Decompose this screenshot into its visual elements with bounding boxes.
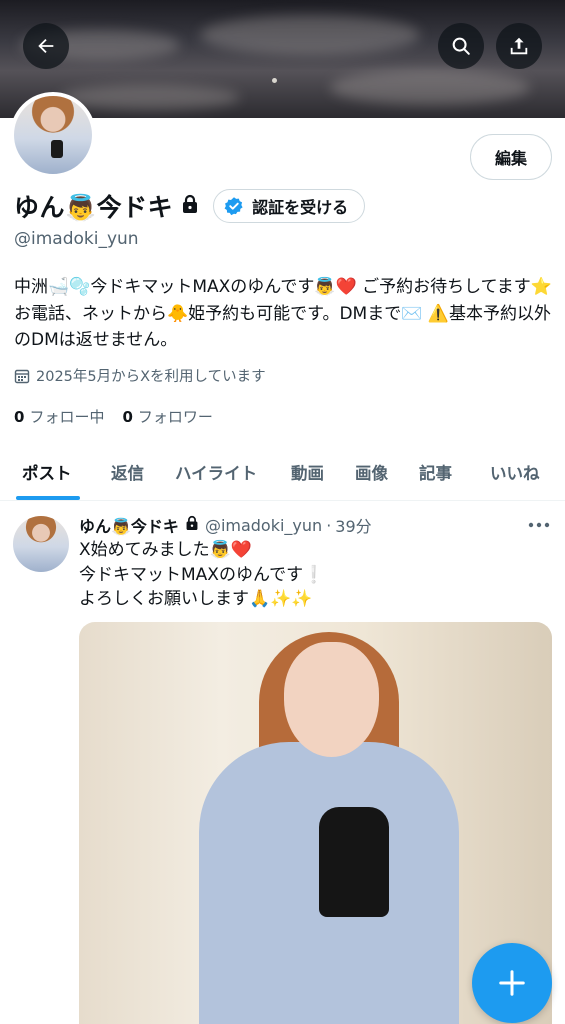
profile-handle: @imadoki_yun — [14, 229, 139, 249]
active-tab-indicator — [16, 496, 80, 500]
plus-icon — [499, 970, 525, 996]
search-button[interactable] — [438, 23, 484, 69]
post-avatar[interactable] — [13, 516, 69, 572]
separator-dot: · — [326, 515, 332, 535]
share-button[interactable] — [496, 23, 542, 69]
back-button[interactable] — [23, 23, 69, 69]
post-time[interactable]: 39分 — [335, 513, 371, 537]
edit-profile-label: 編集 — [494, 149, 527, 168]
get-verified-button[interactable]: 認証を受ける — [213, 189, 366, 223]
profile-bio: 中洲🛁🫧今ドキマットMAXのゆんです👼❤️ ご予約お待ちしてます⭐お電話、ネット… — [14, 277, 552, 350]
tab-replies[interactable]: 返信 — [111, 444, 144, 500]
more-dots-icon[interactable] — [528, 518, 550, 532]
followers-label: フォロワー — [137, 408, 213, 426]
profile-banner[interactable] — [0, 0, 565, 118]
joined-label: 2025年5月からXを利用しています — [36, 369, 266, 385]
following-label: フォロー中 — [29, 408, 105, 426]
profile-tabs: ポスト 返信 ハイライト 動画 画像 記事 いいね — [0, 444, 565, 501]
follow-stats: 0 フォロー中 0 フォロワー — [14, 406, 213, 427]
arrow-left-icon — [38, 38, 54, 54]
tab-posts[interactable]: ポスト — [22, 444, 72, 500]
profile-name-row: ゆん👼今ドキ 認証を受ける — [14, 186, 366, 226]
share-icon — [510, 37, 528, 55]
followers-link[interactable]: 0 フォロワー — [122, 406, 212, 427]
post-text: X始めてみました👼❤️ 今ドキマットMAXのゆんです❕ よろしくお願いします🙏✨… — [79, 540, 325, 609]
tab-images[interactable]: 画像 — [355, 444, 388, 500]
verified-badge-icon — [224, 197, 243, 216]
tab-likes[interactable]: いいね — [490, 444, 540, 500]
post-header: ゆん👼今ドキ @imadoki_yun · 39分 — [79, 513, 372, 537]
tab-highlights[interactable]: ハイライト — [175, 444, 257, 500]
following-count: 0 — [14, 408, 25, 426]
compose-button[interactable] — [472, 943, 552, 1023]
tab-articles[interactable]: 記事 — [419, 444, 452, 500]
post-author-handle[interactable]: @imadoki_yun — [205, 516, 322, 535]
get-verified-label: 認証を受ける — [252, 198, 349, 217]
post-author-name[interactable]: ゆん👼今ドキ — [79, 513, 179, 537]
joined-date: 2025年5月からXを利用しています — [14, 365, 266, 386]
moon-decoration — [272, 78, 277, 83]
edit-profile-button[interactable]: 編集 — [470, 134, 552, 180]
lock-icon — [185, 515, 199, 535]
calendar-icon — [14, 369, 30, 383]
lock-icon — [181, 194, 199, 218]
following-link[interactable]: 0 フォロー中 — [14, 406, 104, 427]
profile-name: ゆん👼今ドキ — [14, 193, 174, 222]
tab-videos[interactable]: 動画 — [291, 444, 324, 500]
profile-avatar[interactable] — [10, 92, 96, 178]
followers-count: 0 — [122, 408, 133, 426]
post-item[interactable]: ゆん👼今ドキ @imadoki_yun · 39分 X始めてみました👼❤️ 今ド… — [0, 502, 565, 1024]
search-icon — [452, 37, 470, 55]
